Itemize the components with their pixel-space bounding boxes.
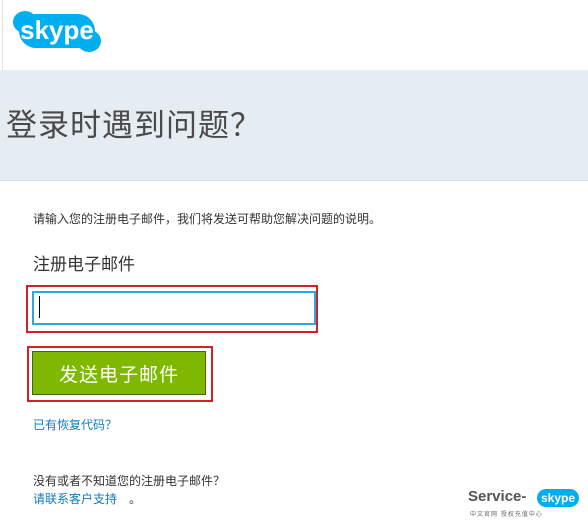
watermark-badge-text: skype xyxy=(541,491,575,505)
footer-question: 没有或者不知道您的注册电子邮件？ xyxy=(33,474,226,488)
recovery-code-link[interactable]: 已有恢复代码？ xyxy=(33,416,117,433)
watermark: Service- skype 中文官网 授权充值中心 xyxy=(466,488,584,524)
watermark-subtext: 中文官网 授权充值中心 xyxy=(470,511,543,518)
skype-logo-text: skype xyxy=(20,15,94,45)
page-banner: 登录时遇到问题？ xyxy=(0,70,588,181)
page-title: 登录时遇到问题？ xyxy=(6,108,262,144)
support-period: 。 xyxy=(129,492,142,506)
send-email-button[interactable]: 发送电子邮件 xyxy=(32,351,206,395)
header-divider xyxy=(2,0,3,70)
email-label: 注册电子邮件 xyxy=(33,255,135,275)
email-field[interactable] xyxy=(32,291,316,325)
skype-badge-icon: skype xyxy=(537,489,579,507)
email-field-highlight xyxy=(26,285,318,333)
instructions-text: 请输入您的注册电子邮件，我们将发送可帮助您解决问题的说明。 xyxy=(33,212,382,226)
text-caret xyxy=(39,296,40,318)
watermark-service-text: Service- xyxy=(468,488,527,505)
header: skype xyxy=(0,0,588,70)
skype-logo-icon: skype xyxy=(13,11,101,52)
send-button-highlight: 发送电子邮件 xyxy=(27,346,213,402)
skype-logo[interactable]: skype xyxy=(11,8,103,54)
contact-support-link[interactable]: 请联系客户支持 xyxy=(33,490,117,507)
